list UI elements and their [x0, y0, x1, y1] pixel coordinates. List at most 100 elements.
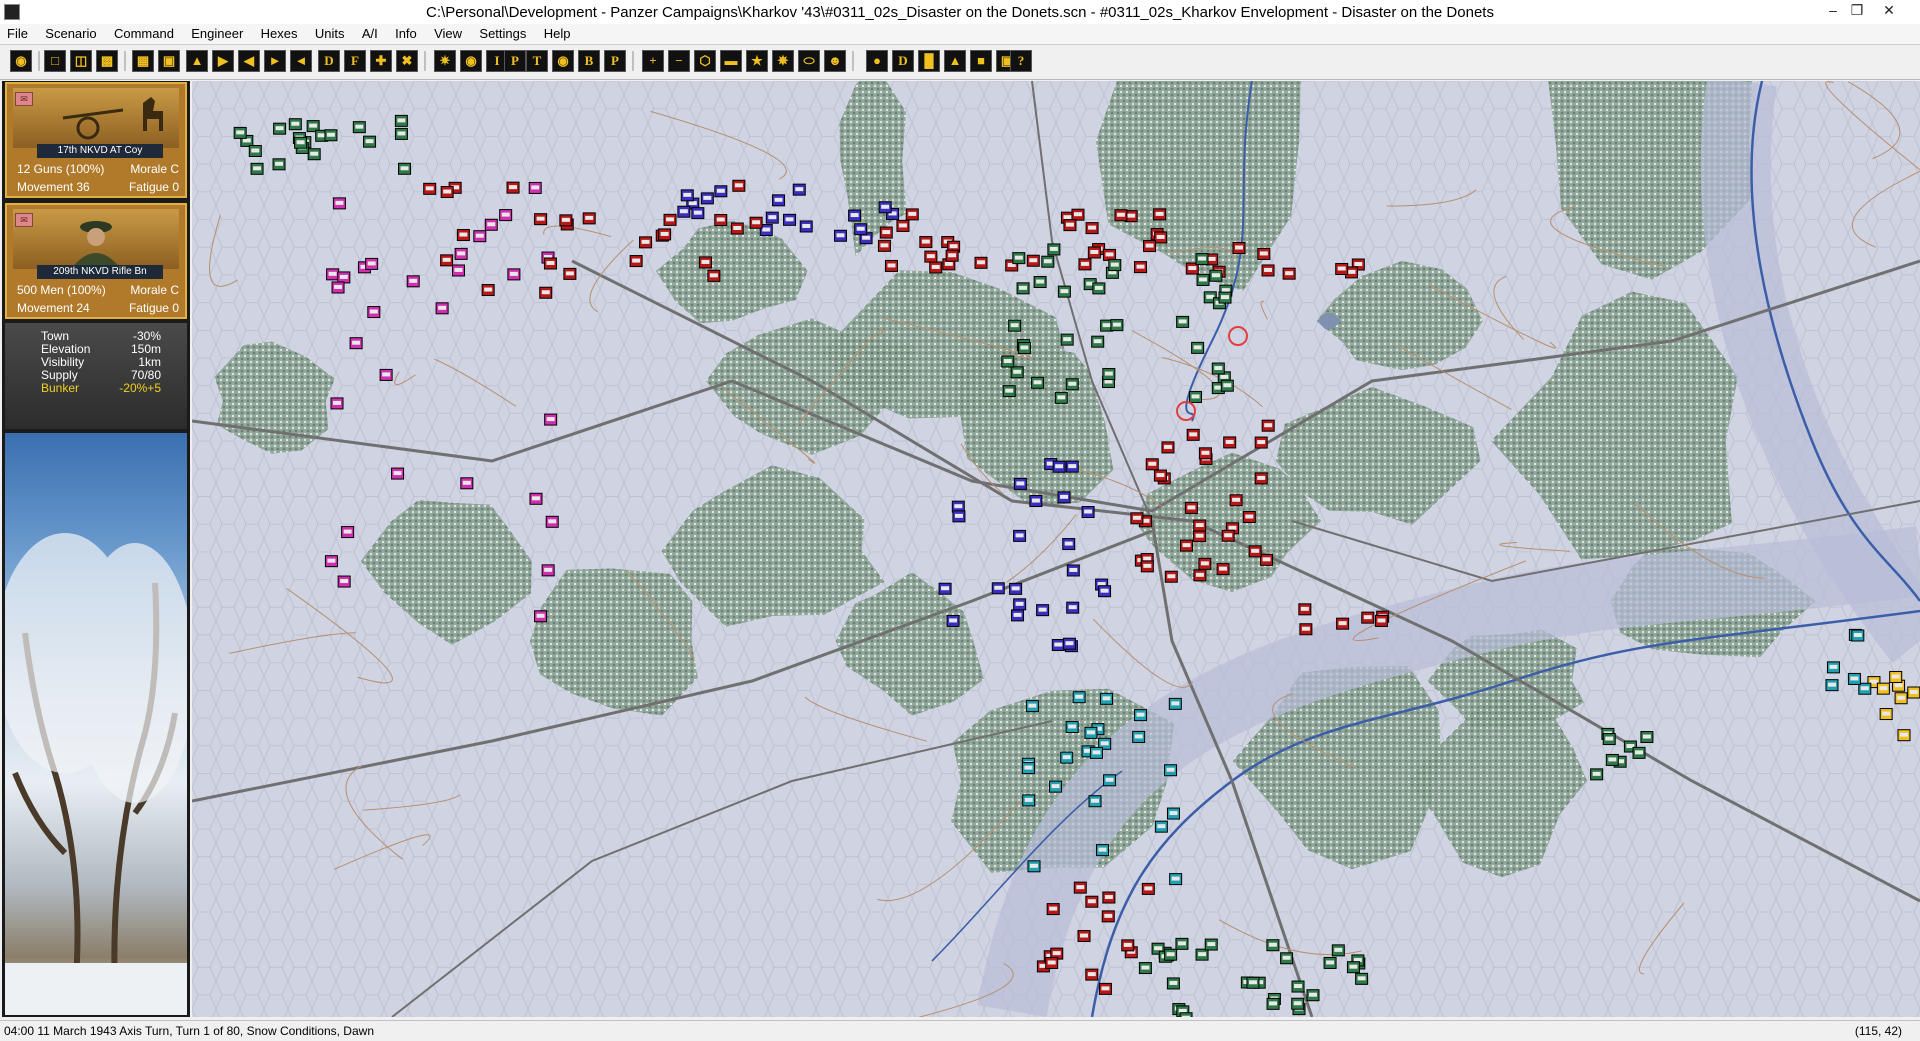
unit-counter[interactable]	[1242, 511, 1256, 524]
unit-counter[interactable]	[473, 230, 487, 243]
unit-counter[interactable]	[541, 564, 555, 577]
unit-counter[interactable]	[1041, 255, 1055, 268]
hex-outline-icon[interactable]: ⬡	[694, 50, 716, 72]
defend-icon[interactable]: D	[318, 50, 340, 72]
unit-counter[interactable]	[1209, 269, 1223, 282]
menu-ai[interactable]: A/I	[355, 24, 385, 44]
unit-counter[interactable]	[1051, 639, 1065, 652]
unit-counter[interactable]	[507, 268, 521, 281]
unit-counter[interactable]	[1169, 873, 1183, 886]
unit-counter[interactable]	[1049, 780, 1063, 793]
unit-counter[interactable]	[1089, 746, 1103, 759]
unit-counter[interactable]	[499, 209, 513, 222]
unit-counter[interactable]	[854, 223, 868, 236]
map-canvas[interactable]	[192, 81, 1920, 1017]
unit-counter[interactable]	[1121, 939, 1135, 952]
unit-counter[interactable]	[1016, 282, 1030, 295]
unit-counter[interactable]	[326, 268, 340, 281]
unit-counter[interactable]	[905, 208, 919, 221]
unit-counter[interactable]	[946, 614, 960, 627]
prev-unit-icon[interactable]: ◀	[238, 50, 260, 72]
unit-counter[interactable]	[1216, 563, 1230, 576]
unit-counter[interactable]	[1060, 333, 1074, 346]
help-icon[interactable]: ?	[1010, 50, 1032, 72]
unit-counter[interactable]	[1186, 428, 1200, 441]
unit-counter[interactable]	[1057, 285, 1071, 298]
unit-counter[interactable]	[1001, 355, 1015, 368]
unit-counter[interactable]	[1189, 390, 1203, 403]
unit-counter[interactable]	[1193, 530, 1207, 543]
unit-counter[interactable]	[1166, 977, 1180, 990]
unit-counter[interactable]	[1176, 315, 1190, 328]
unit-counter[interactable]	[1066, 564, 1080, 577]
menu-info[interactable]: Info	[388, 24, 424, 44]
unit-counter[interactable]	[772, 194, 786, 207]
jump-map-icon[interactable]: ▣	[158, 50, 180, 72]
unit-counter[interactable]	[1071, 208, 1085, 221]
unit-counter[interactable]	[1062, 637, 1076, 650]
menu-command[interactable]: Command	[107, 24, 181, 44]
unit-counter[interactable]	[991, 582, 1005, 595]
menu-hexes[interactable]: Hexes	[254, 24, 305, 44]
unit-counter[interactable]	[1220, 379, 1234, 392]
report-icon[interactable]: ■	[970, 50, 992, 72]
unit-counter[interactable]	[698, 256, 712, 269]
menu-engineer[interactable]: Engineer	[184, 24, 250, 44]
unit-counter[interactable]	[330, 397, 344, 410]
unit-counter[interactable]	[1261, 419, 1275, 432]
unit-counter[interactable]	[1257, 247, 1271, 260]
unit-counter[interactable]	[1282, 267, 1296, 280]
unit-counter[interactable]	[877, 239, 891, 252]
unit-counter[interactable]	[1011, 609, 1025, 622]
unit-counter[interactable]	[1029, 495, 1043, 508]
unit-counter[interactable]	[1103, 248, 1117, 261]
unit-counter[interactable]	[1098, 982, 1112, 995]
unit-counter[interactable]	[1002, 385, 1016, 398]
unit-counter[interactable]	[451, 264, 465, 277]
bunker-icon[interactable]: ▲	[944, 50, 966, 72]
unit-counter[interactable]	[1073, 881, 1087, 894]
unit-counter[interactable]	[456, 229, 470, 242]
unit-counter[interactable]	[1085, 895, 1099, 908]
unit-flag-icon[interactable]: ▬	[720, 50, 742, 72]
unit-counter[interactable]	[1166, 807, 1180, 820]
unit-counter[interactable]	[1031, 376, 1045, 389]
unit-counter[interactable]	[1323, 956, 1337, 969]
unit-counter[interactable]	[1102, 368, 1116, 381]
envelope-icon[interactable]: ✉	[15, 92, 33, 106]
unit-counter[interactable]	[1012, 252, 1026, 265]
fire-target-icon[interactable]: ✵	[772, 50, 794, 72]
unit-counter[interactable]	[1013, 477, 1027, 490]
unit-counter[interactable]	[1193, 519, 1207, 532]
unit-counter[interactable]	[929, 261, 943, 274]
unit-counter[interactable]	[1054, 391, 1068, 404]
unit-counter[interactable]	[1013, 529, 1027, 542]
unit-counter[interactable]	[1102, 891, 1116, 904]
artillery-icon[interactable]: ◉	[460, 50, 482, 72]
unit-counter[interactable]	[714, 214, 728, 227]
unit-counter[interactable]	[1204, 938, 1218, 951]
unit-counter[interactable]	[952, 510, 966, 523]
unit-counter[interactable]	[534, 610, 548, 623]
unit-counter[interactable]	[1021, 762, 1035, 775]
unit-counter[interactable]	[1232, 242, 1246, 255]
restore-icon[interactable]: ❐	[1846, 2, 1868, 20]
unit-counter[interactable]	[288, 118, 302, 131]
unit-counter[interactable]	[1134, 709, 1148, 722]
unit-counter[interactable]	[1153, 469, 1167, 482]
unit-counter[interactable]	[1640, 731, 1654, 744]
unit-counter[interactable]	[1145, 458, 1159, 471]
unit-counter[interactable]	[440, 186, 454, 199]
unit-counter[interactable]	[1894, 692, 1908, 705]
menu-file[interactable]: File	[0, 24, 35, 44]
assault-icon[interactable]: ✚	[370, 50, 392, 72]
unit-counter[interactable]	[680, 189, 694, 202]
open-folder-icon[interactable]: ◫	[70, 50, 92, 72]
unit-counter[interactable]	[273, 122, 287, 135]
unit-counter[interactable]	[294, 136, 308, 149]
unit-counter[interactable]	[1154, 820, 1168, 833]
unit-counter[interactable]	[1154, 231, 1168, 244]
unit-counter[interactable]	[1361, 611, 1375, 624]
unit-counter[interactable]	[1254, 472, 1268, 485]
unit-counter[interactable]	[783, 213, 797, 226]
